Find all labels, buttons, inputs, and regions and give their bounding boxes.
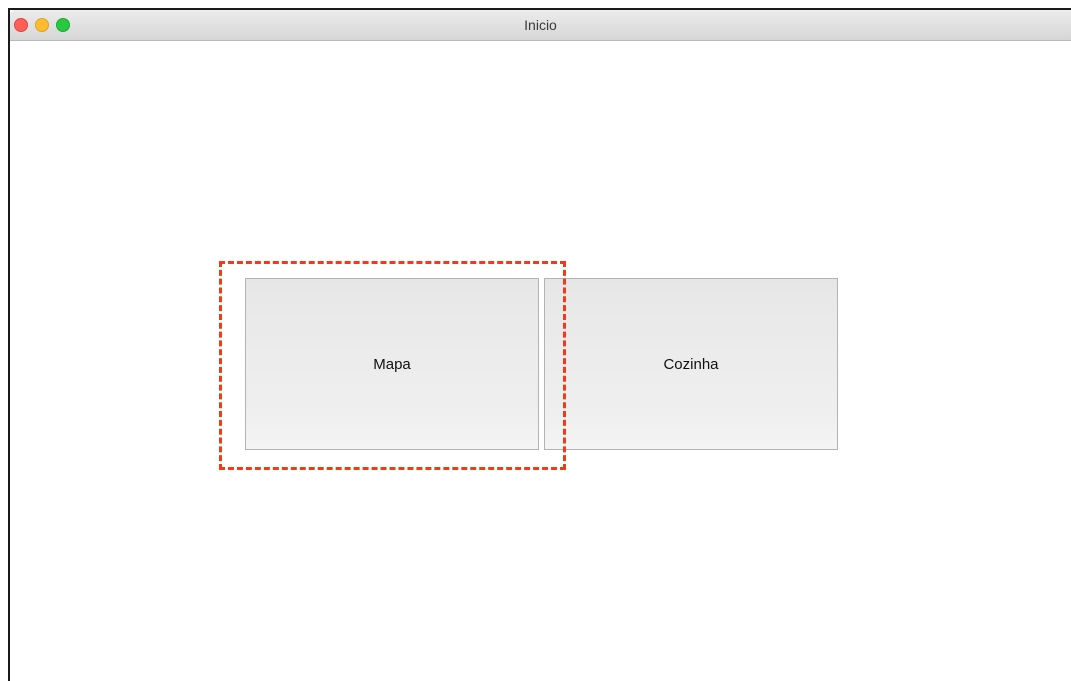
mapa-button[interactable]: Mapa [245,278,539,450]
app-window: Inicio Mapa Cozinha [8,8,1071,681]
cozinha-button-label: Cozinha [663,355,719,373]
cozinha-button[interactable]: Cozinha [544,278,838,450]
title-bar[interactable]: Inicio [10,10,1071,41]
window-content: Mapa Cozinha [10,41,1071,681]
window-title: Inicio [524,17,557,33]
mapa-button-label: Mapa [373,355,411,373]
